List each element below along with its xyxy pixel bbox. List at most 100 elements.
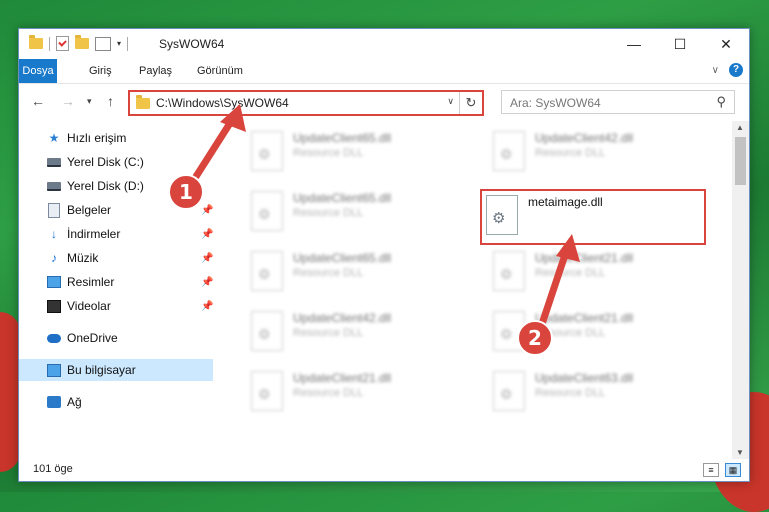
details-view-icon[interactable]: ≡ xyxy=(703,463,719,477)
tab-home[interactable]: Giriş xyxy=(79,59,122,83)
sidebar-item-videos[interactable]: Videolar 📌 xyxy=(19,295,213,317)
file-name: UpdateClient65.dll xyxy=(293,191,392,205)
up-arrow-icon[interactable]: ↑ xyxy=(107,93,114,109)
file-type: Resource DLL xyxy=(535,327,606,339)
chevron-up-icon[interactable]: ∨ xyxy=(712,65,719,76)
rename-icon[interactable] xyxy=(95,36,111,51)
sidebar-item-onedrive[interactable]: OneDrive xyxy=(19,327,213,349)
refresh-icon[interactable]: ↻ xyxy=(459,92,482,114)
tab-file[interactable]: Dosya xyxy=(19,59,57,83)
file-tile[interactable]: UpdateClient65.dll Resource DLL xyxy=(241,185,461,241)
file-type: Resource DLL xyxy=(293,267,364,279)
maximize-button[interactable]: ☐ xyxy=(657,29,703,59)
customize-dropdown-icon[interactable]: ▾ xyxy=(117,39,121,48)
scrollbar-thumb[interactable] xyxy=(735,137,746,185)
file-name: UpdateClient63.dll xyxy=(535,371,634,385)
sidebar-item-label: Yerel Disk (C:) xyxy=(67,155,144,169)
toolbar-separator xyxy=(49,36,50,51)
navigation-pane: ★ Hızlı erişim Yerel Disk (C:) Yerel Dis… xyxy=(19,121,213,451)
sidebar-item-documents[interactable]: Belgeler 📌 xyxy=(19,199,213,221)
pin-icon[interactable]: 📌 xyxy=(201,229,213,240)
dll-file-icon xyxy=(493,251,525,291)
sidebar-item-label: Resimler xyxy=(67,275,115,289)
forward-arrow-icon[interactable]: → xyxy=(61,93,75,109)
music-icon: ♪ xyxy=(51,251,57,265)
file-tile[interactable]: UpdateClient42.dll Resource DLL xyxy=(483,125,703,181)
file-name: UpdateClient21.dll xyxy=(535,311,634,325)
search-placeholder: Ara: SysWOW64 xyxy=(510,96,601,110)
sidebar-item-label: OneDrive xyxy=(67,331,118,345)
address-dropdown-icon[interactable]: ∨ xyxy=(447,96,454,107)
sidebar-item-label: Yerel Disk (D:) xyxy=(67,179,144,193)
sidebar-item-label: Videolar xyxy=(67,299,111,313)
file-name: UpdateClient65.dll xyxy=(293,251,392,265)
file-type: Resource DLL xyxy=(293,147,364,159)
file-tile[interactable]: UpdateClient65.dll Resource DLL xyxy=(241,245,461,301)
tab-share[interactable]: Paylaş xyxy=(129,59,182,83)
quick-access-toolbar: ▾ xyxy=(29,35,129,51)
sidebar-item-local-disk-d[interactable]: Yerel Disk (D:) xyxy=(19,175,213,197)
sidebar-item-this-pc[interactable]: Bu bilgisayar xyxy=(19,359,213,381)
dll-file-icon xyxy=(251,311,283,351)
sidebar-item-label: İndirmeler xyxy=(67,227,121,241)
documents-icon xyxy=(47,202,61,218)
file-type: Resource DLL xyxy=(535,267,606,279)
file-tile[interactable]: UpdateClient21.dll Resource DLL xyxy=(483,305,703,361)
scroll-up-icon[interactable]: ▲ xyxy=(736,123,744,132)
pin-icon[interactable]: 📌 xyxy=(201,253,213,264)
file-tile[interactable]: UpdateClient21.dll Resource DLL xyxy=(483,245,703,301)
address-path[interactable]: C:\Windows\SysWOW64 xyxy=(156,96,289,110)
file-type: Resource DLL xyxy=(293,387,364,399)
folder-icon xyxy=(136,95,150,109)
vertical-scrollbar[interactable]: ▲ ▼ xyxy=(732,121,749,459)
file-name: UpdateClient65.dll xyxy=(293,131,392,145)
dll-file-icon xyxy=(251,191,283,231)
highlighted-file-tile[interactable]: ⚙ metaimage.dll xyxy=(480,189,706,245)
file-type: Resource DLL xyxy=(535,147,606,159)
file-tile[interactable]: UpdateClient63.dll Resource DLL xyxy=(483,365,703,421)
search-icon[interactable]: ⚲ xyxy=(716,94,726,110)
properties-check-icon[interactable] xyxy=(56,36,69,51)
desktop-wallpaper-shape xyxy=(0,312,20,472)
file-type: Resource DLL xyxy=(293,207,364,219)
file-tile[interactable]: UpdateClient21.dll Resource DLL xyxy=(241,365,461,421)
address-bar[interactable]: C:\Windows\SysWOW64 ∨ ↻ xyxy=(128,90,484,116)
view-switcher: ≡ ▦ xyxy=(703,463,741,477)
network-icon xyxy=(47,395,61,409)
minimize-button[interactable]: — xyxy=(611,29,657,59)
help-icon[interactable]: ? xyxy=(729,63,743,77)
file-explorer-window: ▾ SysWOW64 — ☐ ✕ Dosya Giriş Paylaş Görü… xyxy=(18,28,750,482)
drive-icon xyxy=(47,179,61,193)
sidebar-item-local-disk-c[interactable]: Yerel Disk (C:) xyxy=(19,151,213,173)
sidebar-item-network[interactable]: Ağ xyxy=(19,391,213,413)
scroll-down-icon[interactable]: ▼ xyxy=(736,448,744,457)
tab-view[interactable]: Görünüm xyxy=(187,59,253,83)
item-count: 101 öge xyxy=(33,463,73,475)
dll-file-icon xyxy=(493,311,525,351)
new-folder-icon[interactable] xyxy=(75,35,89,49)
drive-icon xyxy=(47,155,61,169)
file-name: metaimage.dll xyxy=(528,195,603,209)
sidebar-item-quick-access[interactable]: ★ Hızlı erişim xyxy=(19,127,213,149)
pin-icon[interactable]: 📌 xyxy=(201,277,213,288)
back-arrow-icon[interactable]: ← xyxy=(31,93,45,109)
dll-file-icon xyxy=(493,131,525,171)
sidebar-item-pictures[interactable]: Resimler 📌 xyxy=(19,271,213,293)
file-tile[interactable]: UpdateClient65.dll Resource DLL xyxy=(241,125,461,181)
search-input[interactable]: Ara: SysWOW64 ⚲ xyxy=(501,90,735,114)
folder-icon[interactable] xyxy=(29,35,43,49)
dll-file-icon xyxy=(251,251,283,291)
sidebar-item-label: Bu bilgisayar xyxy=(67,363,136,377)
download-icon: ↓ xyxy=(51,227,57,241)
sidebar-item-downloads[interactable]: ↓ İndirmeler 📌 xyxy=(19,223,213,245)
tiles-view-icon[interactable]: ▦ xyxy=(725,463,741,477)
star-icon: ★ xyxy=(48,131,60,145)
file-tile[interactable]: UpdateClient42.dll Resource DLL xyxy=(241,305,461,361)
close-button[interactable]: ✕ xyxy=(703,29,749,59)
recent-locations-icon[interactable]: ▾ xyxy=(87,96,92,107)
dll-file-icon xyxy=(493,371,525,411)
pin-icon[interactable]: 📌 xyxy=(201,301,213,312)
sidebar-item-music[interactable]: ♪ Müzik 📌 xyxy=(19,247,213,269)
pin-icon[interactable]: 📌 xyxy=(201,205,213,216)
file-name: UpdateClient42.dll xyxy=(293,311,392,325)
